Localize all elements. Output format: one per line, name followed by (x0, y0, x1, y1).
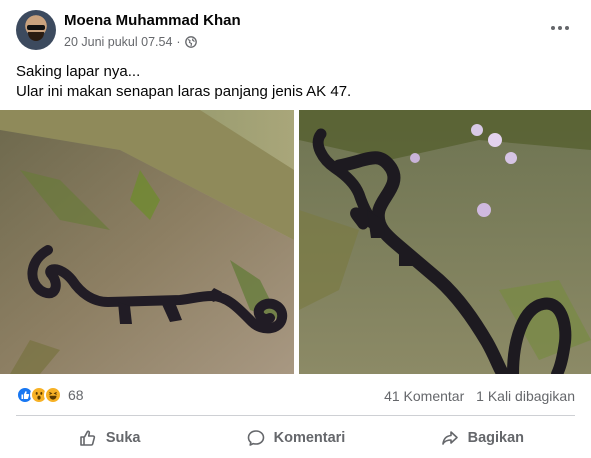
share-arrow-icon (441, 431, 458, 445)
post-text-line-1: Saking lapar nya... (16, 63, 141, 80)
post-meta: 20 Juni pukul 07.54 · (64, 35, 197, 49)
globe-icon[interactable] (184, 36, 197, 48)
photo-grid (0, 110, 591, 374)
action-bar: Suka Komentari Bagikan (16, 420, 575, 456)
reaction-count: 68 (68, 387, 84, 403)
post-header: Moena Muhammad Khan 20 Juni pukul 07.54 … (16, 10, 576, 54)
share-button-label: Bagikan (467, 430, 525, 446)
author-avatar[interactable] (16, 10, 56, 50)
post-text-line-2: Ular ini makan senapan laras panjang jen… (16, 83, 352, 100)
more-options-icon[interactable] (546, 18, 574, 38)
photo-1[interactable] (0, 110, 294, 374)
post-timestamp[interactable]: 20 Juni pukul 07.54 (64, 35, 172, 49)
engagement-counts: 41 Komentar 1 Kali dibagikan (384, 388, 575, 404)
snake-rifle-photo-right (299, 110, 591, 374)
stats-divider (16, 415, 575, 416)
author-name[interactable]: Moena Muhammad Khan (64, 12, 241, 29)
like-button[interactable]: Suka (16, 420, 202, 456)
comment-count[interactable]: 41 Komentar (384, 388, 464, 404)
post-text: Saking lapar nya... Ular ini makan senap… (16, 62, 576, 102)
share-count[interactable]: 1 Kali dibagikan (476, 388, 575, 404)
like-button-label: Suka (105, 430, 141, 446)
photo-2[interactable] (299, 110, 591, 374)
share-button[interactable]: Bagikan (389, 420, 575, 456)
comment-button[interactable]: Komentari (202, 420, 388, 456)
comment-bubble-icon (247, 430, 264, 446)
post-stats: 68 41 Komentar 1 Kali dibagikan (16, 384, 575, 408)
meta-separator: · (176, 35, 181, 49)
haha-icon (44, 386, 62, 404)
snake-rifle-photo-left (0, 110, 294, 374)
comment-button-label: Komentari (273, 430, 346, 446)
reactions-summary[interactable]: 68 (16, 386, 84, 404)
facebook-post: Moena Muhammad Khan 20 Juni pukul 07.54 … (0, 0, 591, 458)
thumbs-up-icon (80, 430, 95, 446)
